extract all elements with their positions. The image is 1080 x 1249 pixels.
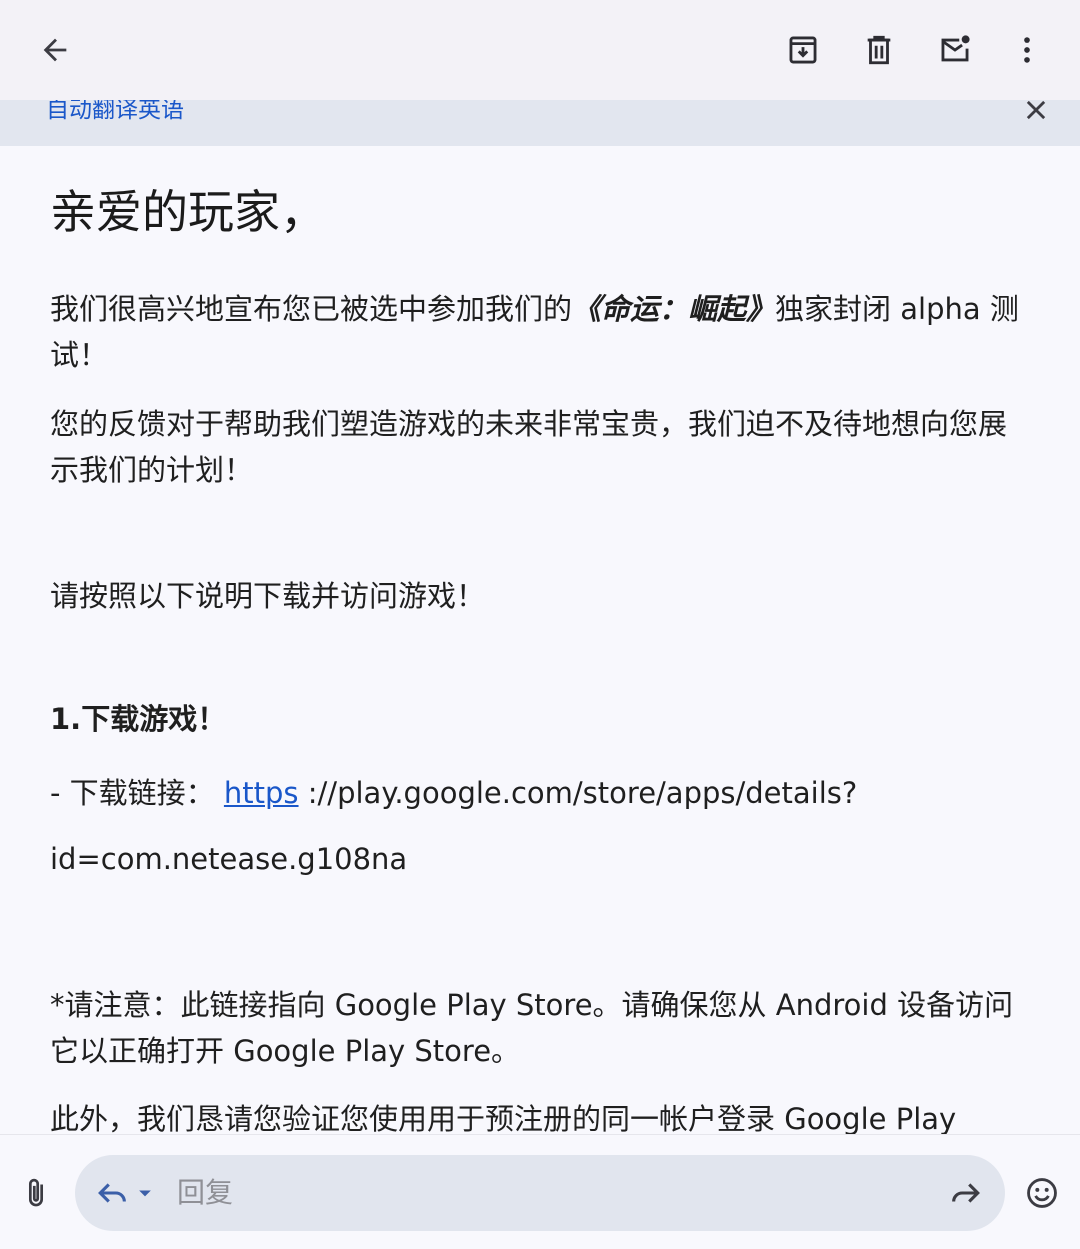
caret-down-icon <box>139 1190 151 1197</box>
close-icon <box>1026 100 1046 120</box>
top-toolbar <box>0 0 1080 100</box>
paperclip-icon <box>28 1178 44 1207</box>
translate-close-button[interactable] <box>1008 88 1064 132</box>
mark-unread-icon <box>941 35 970 62</box>
feedback-paragraph: 您的反馈对于帮助我们塑造游戏的未来非常宝贵，我们迫不及待地想向您展示我们的计划！ <box>50 407 1008 487</box>
delete-icon <box>867 35 891 65</box>
delete-button[interactable] <box>851 22 907 78</box>
translate-banner: 自动翻译英语 <box>0 100 1080 146</box>
back-button[interactable] <box>27 22 83 78</box>
emoji-button[interactable] <box>1014 1165 1070 1221</box>
verify-paragraph: 此外，我们恳请您验证您使用用于预注册的同一帐户登录 Google Play <box>50 1102 957 1134</box>
download-line: - 下载链接： https ://play.google.com/store/a… <box>50 776 858 810</box>
archive-button[interactable] <box>775 22 831 78</box>
forward-icon <box>952 1183 980 1203</box>
reply-bar: 回复 <box>0 1134 1080 1249</box>
forward-button[interactable] <box>937 1165 993 1221</box>
note-paragraph: *请注意：此链接指向 Google Play Store。请确保您从 Andro… <box>50 988 1014 1068</box>
more-options-button[interactable] <box>999 22 1055 78</box>
game-title: 《命运：崛起》 <box>572 292 776 326</box>
mark-unread-button[interactable] <box>927 22 983 78</box>
emoji-icon <box>1027 1178 1057 1208</box>
email-screen: 自动翻译英语 亲爱的玩家， 我们很高兴地宣布您已被选中参加我们的《命运：崛起》独… <box>0 0 1080 1249</box>
download-id-line: id=com.netease.g108na <box>50 842 408 876</box>
email-greeting: 亲爱的玩家， <box>50 185 326 239</box>
instructions-paragraph: 请按照以下说明下载并访问游戏！ <box>50 579 486 613</box>
archive-icon <box>789 36 817 64</box>
email-body: 亲爱的玩家， 我们很高兴地宣布您已被选中参加我们的《命运：崛起》独家封闭 alp… <box>0 146 1080 1134</box>
arrow-back-icon <box>43 38 67 62</box>
download-link[interactable]: https <box>224 776 299 810</box>
reply-options-dropdown[interactable] <box>125 1165 165 1221</box>
attach-button[interactable] <box>8 1165 64 1221</box>
reply-placeholder: 回复 <box>177 1176 234 1209</box>
intro-paragraph: 我们很高兴地宣布您已被选中参加我们的《命运：崛起》独家封闭 alpha 测试！ <box>50 292 1019 372</box>
more-vert-icon <box>1024 37 1030 63</box>
reply-input[interactable]: 回复 <box>75 1155 1005 1231</box>
step-1-heading: 1.下载游戏！ <box>50 702 227 736</box>
auto-translate-link[interactable]: 自动翻译英语 <box>46 100 184 122</box>
